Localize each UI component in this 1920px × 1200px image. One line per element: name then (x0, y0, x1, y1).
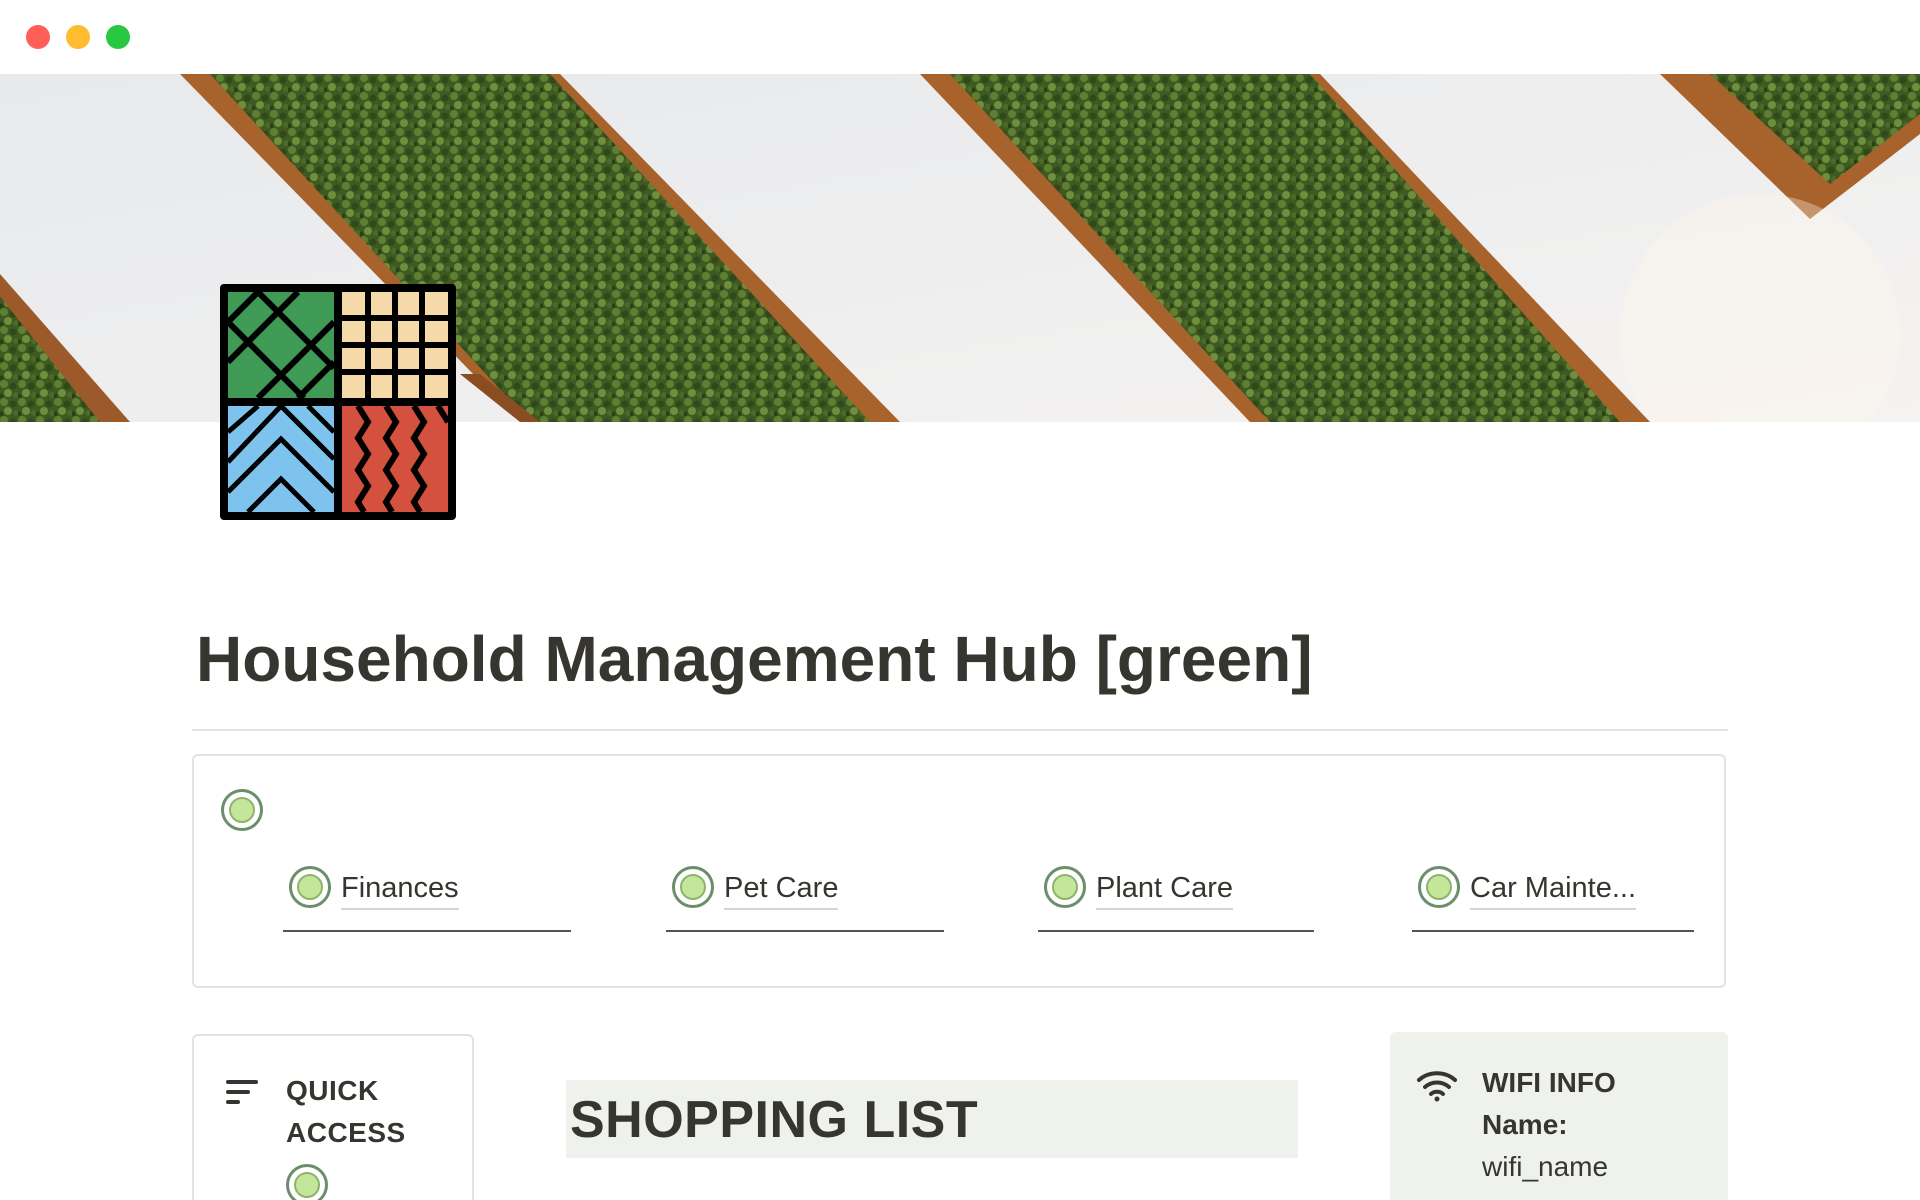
nav-link-label: Plant Care (1096, 870, 1234, 910)
green-circle-icon (286, 1164, 328, 1200)
green-circle-icon (1044, 866, 1086, 908)
quick-access-panel: QUICK ACCESS (192, 1034, 474, 1200)
nav-link-finances[interactable]: Finances (283, 866, 571, 932)
green-circle-icon (672, 866, 714, 908)
wifi-info-callout: WIFI INFO Name: wifi_name (1390, 1032, 1728, 1200)
app-window: Household Management Hub [green] Finance… (0, 0, 1920, 1200)
quick-access-title: QUICK ACCESS (286, 1075, 406, 1148)
nav-link-pet-care[interactable]: Pet Care (666, 866, 944, 932)
green-circle-icon (1418, 866, 1460, 908)
house-tiles-icon[interactable] (218, 282, 458, 522)
nav-link-label: Pet Care (724, 870, 839, 910)
minimize-window-button[interactable] (66, 25, 90, 49)
nav-link-label: Finances (341, 870, 459, 910)
green-circle-icon (289, 866, 331, 908)
wifi-name-value[interactable]: wifi_name (1482, 1146, 1608, 1188)
title-divider (192, 729, 1728, 731)
shopping-list-title[interactable]: SHOPPING LIST (570, 1080, 1298, 1160)
wifi-name-label: Name: (1482, 1109, 1568, 1140)
wifi-info-title: WIFI INFO (1482, 1067, 1616, 1098)
nav-link-plant-care[interactable]: Plant Care (1038, 866, 1314, 932)
maximize-window-button[interactable] (106, 25, 130, 49)
menu-lines-icon (226, 1080, 258, 1104)
page-title[interactable]: Household Management Hub [green] (196, 618, 1313, 700)
wifi-icon (1417, 1071, 1457, 1102)
nav-link-label: Car Mainte... (1470, 870, 1636, 910)
nav-link-car-maintenance[interactable]: Car Mainte... (1412, 866, 1694, 932)
shopping-list-heading: SHOPPING LIST (566, 1080, 1298, 1158)
navigation-panel: Finances Pet Care Plant Care Car Mainte.… (192, 754, 1726, 988)
green-circle-icon (221, 789, 263, 831)
close-window-button[interactable] (26, 25, 50, 49)
title-bar (0, 0, 1920, 74)
